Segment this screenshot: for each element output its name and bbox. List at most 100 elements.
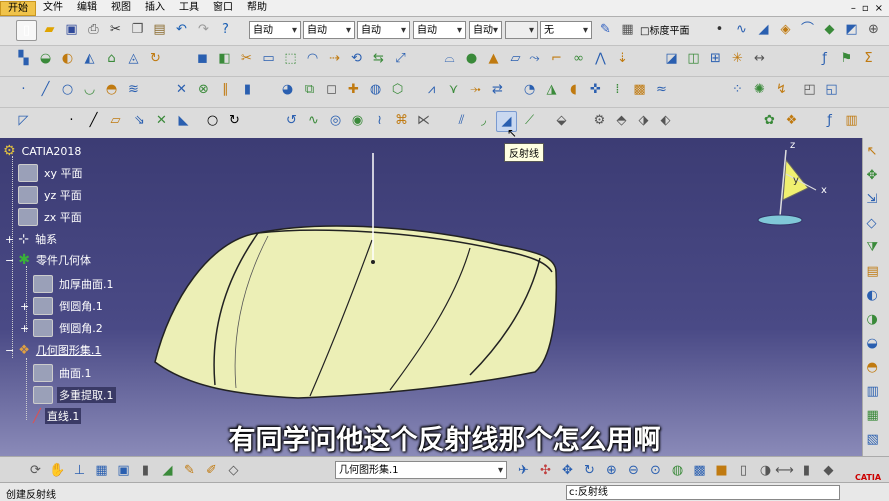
axis-system-icon[interactable]: ✜ <box>586 80 605 99</box>
work-object-icon[interactable]: ◇ <box>224 461 243 480</box>
surface-view-icon[interactable]: ◢ <box>158 461 177 480</box>
loft-icon[interactable]: ◬ <box>124 49 143 68</box>
revolve-icon[interactable]: ↻ <box>146 49 165 68</box>
projection-tool-icon[interactable]: ⇘ <box>130 111 149 130</box>
print-icon[interactable]: ⎙ <box>84 20 103 39</box>
settings-gear-icon[interactable]: ⚙ <box>590 111 609 130</box>
render-style-icon[interactable]: ❖ <box>782 111 801 130</box>
constraint-icon[interactable]: ▤ <box>867 262 887 282</box>
projection-icon[interactable]: ⇣ <box>613 49 632 68</box>
hide-show-icon[interactable]: ◰ <box>800 80 819 99</box>
measure-icon[interactable]: ⬗ <box>634 111 653 130</box>
isoparametric-icon[interactable]: ◉ <box>348 111 367 130</box>
formula-icon[interactable]: Σ <box>859 49 878 68</box>
hand-icon[interactable]: ✋ <box>48 461 67 480</box>
new-file-icon[interactable]: ▯ <box>16 20 37 41</box>
patch-icon[interactable]: ◆ <box>820 20 839 39</box>
menu-tools[interactable]: 工具 <box>172 0 206 16</box>
menu-view[interactable]: 视图 <box>104 0 138 16</box>
tree-item-multi-extract[interactable]: 多重提取.1 <box>33 386 116 404</box>
copy-icon[interactable]: ❐ <box>128 20 147 39</box>
line-weight-select[interactable]: 自动 <box>357 21 410 40</box>
collapse-icon[interactable]: − <box>5 254 14 267</box>
geometric-set-select[interactable]: 几何图形集.1 <box>335 461 507 480</box>
measure-item-icon[interactable]: ▮ <box>797 461 816 480</box>
hole-icon[interactable]: ◒ <box>867 334 887 354</box>
tree-item-fillet-2[interactable]: + 倒圆角.2 <box>20 319 105 337</box>
undo-icon[interactable]: ↶ <box>172 20 191 39</box>
law-icon[interactable]: ƒ <box>815 49 834 68</box>
boolean-icon[interactable]: ◑ <box>867 310 887 330</box>
shaft-icon[interactable]: ▥ <box>867 382 887 402</box>
boundary-curve-icon[interactable]: ◮ <box>542 80 561 99</box>
invert-icon[interactable]: ⇄ <box>488 80 507 99</box>
helix-icon[interactable]: ∞ <box>569 49 588 68</box>
near-icon[interactable]: ◔ <box>520 80 539 99</box>
style-select[interactable]: 无 <box>540 21 592 40</box>
porcupine-icon[interactable]: ✳ <box>728 49 747 68</box>
polyline-tool-icon[interactable]: ⋉ <box>414 111 433 130</box>
sketch-icon[interactable]: ▚ <box>14 49 33 68</box>
filter-icon[interactable]: ⧩ <box>867 238 887 258</box>
blend-icon[interactable]: ◩ <box>842 20 861 39</box>
extrapolate-icon[interactable]: ⤞ <box>466 80 485 99</box>
shading-icon[interactable]: ■ <box>712 461 731 480</box>
rotate-icon[interactable]: ⟲ <box>347 49 366 68</box>
menu-start[interactable]: 开始 <box>0 0 36 16</box>
curve-smooth-icon[interactable]: ≈ <box>652 80 671 99</box>
feature-icon[interactable]: ◐ <box>867 286 887 306</box>
tree-item-part-body[interactable]: − ✱ 零件几何体 <box>5 252 93 268</box>
extract-icon[interactable]: ⬚ <box>281 49 300 68</box>
tree-item-thick-surface[interactable]: 加厚曲面.1 <box>33 275 116 293</box>
tree-item-yz-plane[interactable]: yz 平面 <box>18 186 84 204</box>
point-tool-icon[interactable]: · <box>62 111 81 130</box>
polyline-icon[interactable]: ⋀ <box>591 49 610 68</box>
curve-icon[interactable]: ⌒ <box>798 20 817 39</box>
plane-icon[interactable]: ▱ <box>506 49 525 68</box>
silhouette-icon[interactable]: ◣ <box>174 111 193 130</box>
cut-icon[interactable]: ✂ <box>106 20 125 39</box>
point-icon[interactable]: • <box>710 20 729 39</box>
cone-icon[interactable]: ▲ <box>484 49 503 68</box>
iso-view-icon[interactable]: ▩ <box>690 461 709 480</box>
grid-view-icon[interactable]: ▦ <box>92 461 111 480</box>
blend-surface-icon[interactable]: ◕ <box>278 80 297 99</box>
conic-icon[interactable]: ◡ <box>80 80 99 99</box>
fillet-icon[interactable]: ◠ <box>303 49 322 68</box>
paste-icon[interactable]: ▤ <box>150 20 169 39</box>
wireframe-point-icon[interactable]: · <box>14 80 33 99</box>
cube-view-icon[interactable]: ▣ <box>114 461 133 480</box>
surface-icon[interactable]: ◢ <box>754 20 773 39</box>
boundary-icon[interactable]: ▭ <box>259 49 278 68</box>
menu-file[interactable]: 文件 <box>36 0 70 16</box>
combine-icon[interactable]: ⊗ <box>194 80 213 99</box>
spine-icon[interactable]: ◎ <box>326 111 345 130</box>
open-folder-icon[interactable]: ▰ <box>40 20 59 39</box>
datum-icon[interactable]: ▩ <box>630 80 649 99</box>
connect-curve-icon[interactable]: ⤳ <box>525 49 544 68</box>
arc-tool-icon[interactable]: ↻ <box>225 111 244 130</box>
normal-view-icon[interactable]: ⊙ <box>646 461 665 480</box>
line-color-select[interactable]: 自动 <box>249 21 301 40</box>
whats-this-icon[interactable]: ? <box>216 20 235 39</box>
intersection-tool-icon[interactable]: ✕ <box>152 111 171 130</box>
restore-button[interactable]: ▫ <box>862 3 869 14</box>
catalog-icon[interactable]: ▥ <box>842 111 861 130</box>
swap-visible-icon[interactable]: ◑ <box>756 461 775 480</box>
tree-item-axis-system[interactable]: + ⊹ 轴系 <box>5 231 59 247</box>
curvature-analysis-icon[interactable]: ◫ <box>684 49 703 68</box>
menu-edit[interactable]: 编辑 <box>70 0 104 16</box>
disassemble-icon[interactable]: ⬡ <box>388 80 407 99</box>
measure-between-icon[interactable]: ⟷ <box>775 461 794 480</box>
pattern-icon[interactable]: ⁘ <box>728 80 747 99</box>
snap-icon[interactable]: ✥ <box>867 166 887 186</box>
cylinder-primitive-icon[interactable]: ▮ <box>238 80 257 99</box>
translate-icon[interactable]: ⇢ <box>325 49 344 68</box>
zoom-out-icon[interactable]: ⊖ <box>624 461 643 480</box>
split-icon[interactable]: ◧ <box>215 49 234 68</box>
rotate-view-icon[interactable]: ↻ <box>580 461 599 480</box>
fit-all-icon[interactable]: ✣ <box>536 461 555 480</box>
redo-icon[interactable]: ↷ <box>194 20 213 39</box>
collapse-icon[interactable]: − <box>5 344 14 357</box>
dimension-icon[interactable]: ⇲ <box>867 190 887 210</box>
